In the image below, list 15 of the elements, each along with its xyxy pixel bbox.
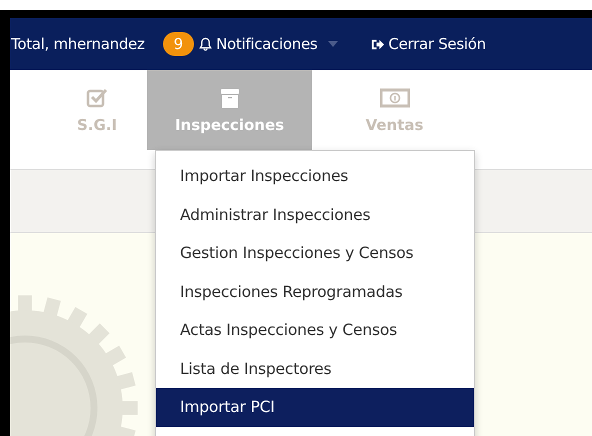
menu-item[interactable]: Lista de Inspectores bbox=[156, 350, 474, 388]
menu-item[interactable]: Inspecciones Reprogramadas bbox=[156, 272, 474, 311]
checkbox-icon bbox=[85, 86, 109, 110]
user-name: Total, mhernandez bbox=[11, 35, 145, 53]
banknote-icon bbox=[380, 88, 410, 108]
logout-link[interactable]: Cerrar Sesión bbox=[370, 35, 486, 53]
menu-item[interactable]: Gestion Inspecciones y Censos bbox=[156, 234, 474, 272]
menu-item[interactable]: Actas Inspecciones y Censos bbox=[156, 311, 474, 350]
caret-icon bbox=[328, 41, 338, 47]
menu-item[interactable]: Importar Inspecciones bbox=[156, 157, 474, 196]
menu-item[interactable]: Administrar Inspecciones bbox=[156, 196, 474, 234]
bell-icon bbox=[198, 36, 214, 52]
notification-badge: 9 bbox=[162, 32, 194, 56]
notifications-menu[interactable]: Notificaciones bbox=[198, 35, 338, 53]
menu-item[interactable]: Importar PCI bbox=[156, 388, 474, 426]
